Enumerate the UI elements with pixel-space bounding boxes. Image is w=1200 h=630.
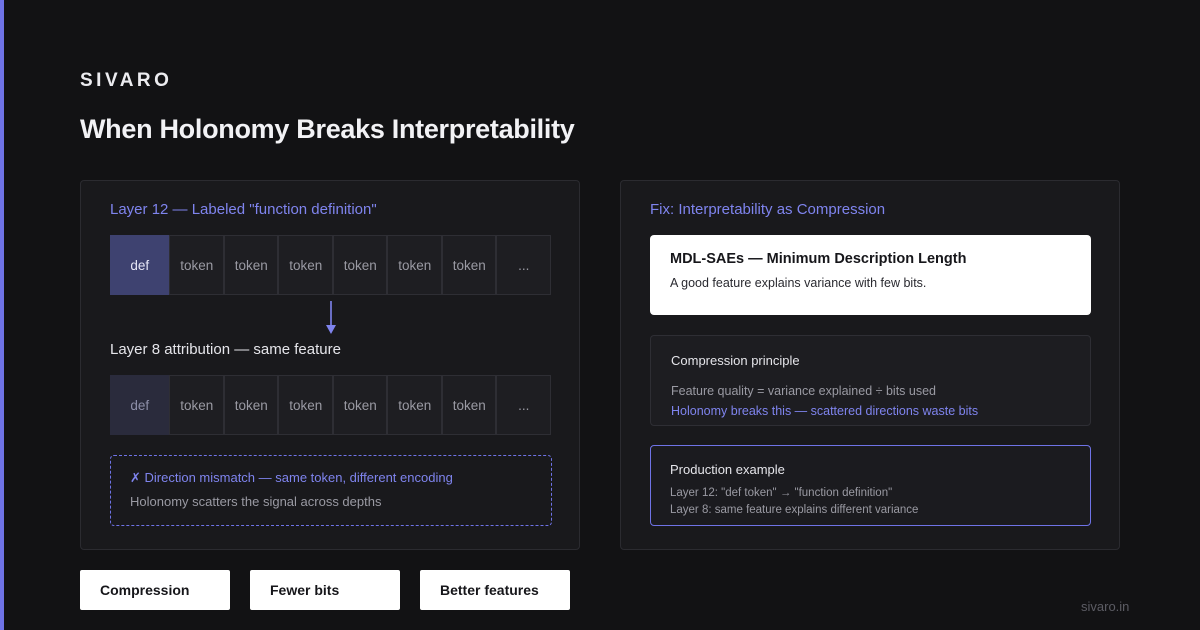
token-cell: token — [387, 375, 442, 435]
chip-compression: Compression — [80, 570, 230, 610]
compression-principle-card: Compression principle Feature quality = … — [650, 335, 1091, 426]
token-cell: token — [441, 235, 497, 295]
token-ellipsis: ... — [496, 375, 551, 435]
chip-better-features: Better features — [420, 570, 570, 610]
footer-url: sivaro.in — [1081, 599, 1130, 614]
token-def: def — [110, 235, 170, 295]
down-arrow-icon — [326, 301, 336, 334]
mismatch-text: Holonomy scatters the signal across dept… — [130, 494, 382, 509]
layer-attribution-panel: Layer 12 — Labeled "function definition"… — [80, 180, 580, 550]
layer12-heading: Layer 12 — Labeled "function definition" — [110, 201, 377, 218]
layer12-token-row: def token token token token token token … — [110, 235, 551, 295]
brand-logo: SIVARO — [80, 70, 173, 91]
token-cell: token — [223, 235, 279, 295]
token-cell: token — [441, 375, 497, 435]
token-ellipsis: ... — [496, 235, 551, 295]
mdl-text: A good feature explains variance with fe… — [670, 276, 927, 290]
compression-fix-panel: Fix: Interpretability as Compression MDL… — [620, 180, 1120, 550]
token-cell: token — [278, 235, 333, 295]
direction-mismatch-callout: ✗ Direction mismatch — same token, diffe… — [110, 455, 552, 526]
token-cell: token — [332, 375, 388, 435]
production-title: Production example — [670, 462, 785, 477]
layer8-heading: Layer 8 attribution — same feature — [110, 341, 341, 358]
mismatch-title: ✗ Direction mismatch — same token, diffe… — [130, 470, 453, 485]
production-line-layer12: Layer 12: "def token" → "function defini… — [670, 487, 893, 499]
principle-title: Compression principle — [671, 353, 800, 368]
accent-bar — [0, 0, 4, 630]
fix-heading: Fix: Interpretability as Compression — [650, 201, 886, 218]
production-line-layer8: Layer 8: same feature explains different… — [670, 504, 919, 516]
mdl-sae-card: MDL-SAEs — Minimum Description Length A … — [650, 235, 1091, 315]
token-def: def — [110, 375, 170, 435]
principle-formula: Feature quality = variance explained ÷ b… — [671, 384, 937, 398]
mdl-title: MDL-SAEs — Minimum Description Length — [670, 251, 967, 267]
token-cell: token — [387, 235, 442, 295]
token-cell: token — [169, 375, 224, 435]
page-title: When Holonomy Breaks Interpretability — [80, 114, 575, 144]
production-example-card: Production example Layer 12: "def token"… — [650, 445, 1091, 526]
token-cell: token — [169, 235, 224, 295]
chip-fewer-bits: Fewer bits — [250, 570, 400, 610]
token-cell: token — [223, 375, 279, 435]
token-cell: token — [332, 235, 388, 295]
layer8-token-row: def token token token token token token … — [110, 375, 551, 435]
principle-note: Holonomy breaks this — scattered directi… — [671, 404, 979, 418]
token-cell: token — [278, 375, 333, 435]
